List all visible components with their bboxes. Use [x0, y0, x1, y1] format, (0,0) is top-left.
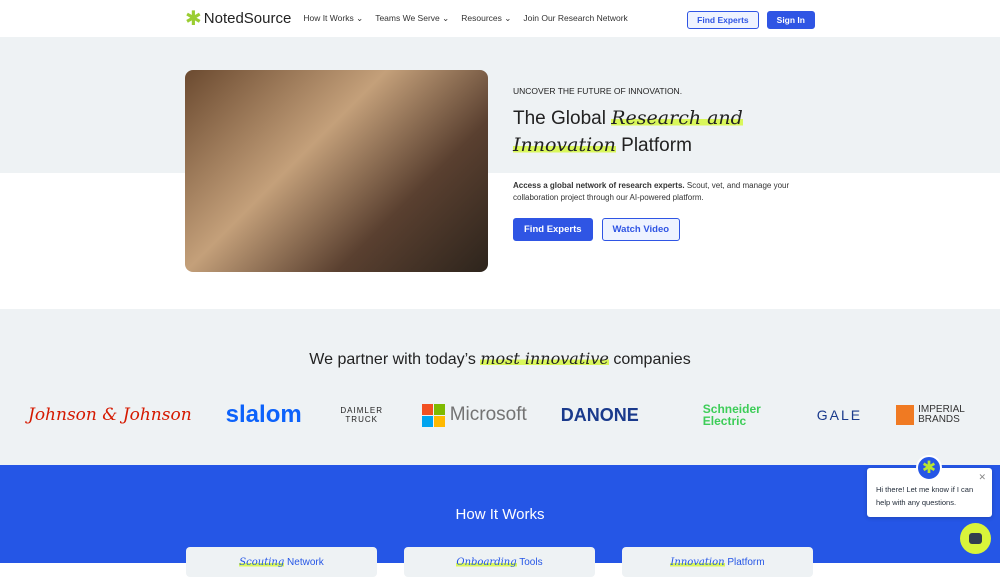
logo-microsoft: Microsoft [421, 403, 527, 427]
close-icon[interactable]: ✕ [978, 471, 986, 484]
logo-imperial-brands: IMPERIAL BRANDS [896, 405, 966, 425]
logo[interactable]: ✱ NotedSource [185, 6, 291, 31]
logo-gale: GALE [816, 407, 863, 423]
sign-in-button[interactable]: Sign In [766, 11, 815, 29]
how-it-works-section: How It Works Scouting Network Onboarding… [0, 465, 1000, 577]
logo-johnson-johnson: Johnson & Johnson [28, 405, 192, 425]
how-it-works-title: How It Works [455, 506, 545, 523]
hero-section: UNCOVER THE FUTURE OF INNOVATION. The Gl… [0, 37, 1000, 309]
microsoft-icon [421, 403, 445, 427]
star-logo-icon: ✱ [185, 8, 202, 30]
watch-video-button[interactable]: Watch Video [601, 218, 681, 241]
nav-join-network[interactable]: Join Our Research Network [523, 13, 627, 24]
hero-image [185, 70, 488, 272]
logo-danone: DANONE [560, 404, 639, 425]
nav-resources[interactable]: Resources ⌄ [461, 13, 511, 24]
partners-title: We partner with today’s most innovative … [309, 349, 691, 368]
chat-launcher-button[interactable] [960, 523, 991, 554]
chat-icon [969, 533, 982, 544]
hero-find-experts-button[interactable]: Find Experts [513, 218, 593, 241]
logo-slalom: slalom [225, 401, 302, 428]
top-nav: ✱ NotedSource How It Works ⌄ Teams We Ser… [0, 0, 1000, 37]
hero-title: The Global Research and Innovation Platfo… [513, 107, 743, 156]
hero-eyebrow: UNCOVER THE FUTURE OF INNOVATION. [513, 86, 683, 96]
card-onboarding[interactable]: Onboarding Tools [404, 547, 595, 577]
chat-avatar: ✱ [916, 455, 942, 481]
card-innovation[interactable]: Innovation Platform [622, 547, 813, 577]
nav-how-it-works[interactable]: How It Works ⌄ [303, 13, 363, 24]
hero-description: Access a global network of research expe… [513, 181, 790, 202]
nav-teams-we-serve[interactable]: Teams We Serve ⌄ [375, 13, 449, 24]
card-scouting[interactable]: Scouting Network [186, 547, 377, 577]
logo-daimler-truck: DAIMLER TRUCK [340, 406, 383, 424]
partners-section: We partner with today’s most innovative … [0, 309, 1000, 465]
logo-schneider: Schneider Electric [702, 402, 761, 428]
find-experts-button[interactable]: Find Experts [687, 11, 759, 29]
